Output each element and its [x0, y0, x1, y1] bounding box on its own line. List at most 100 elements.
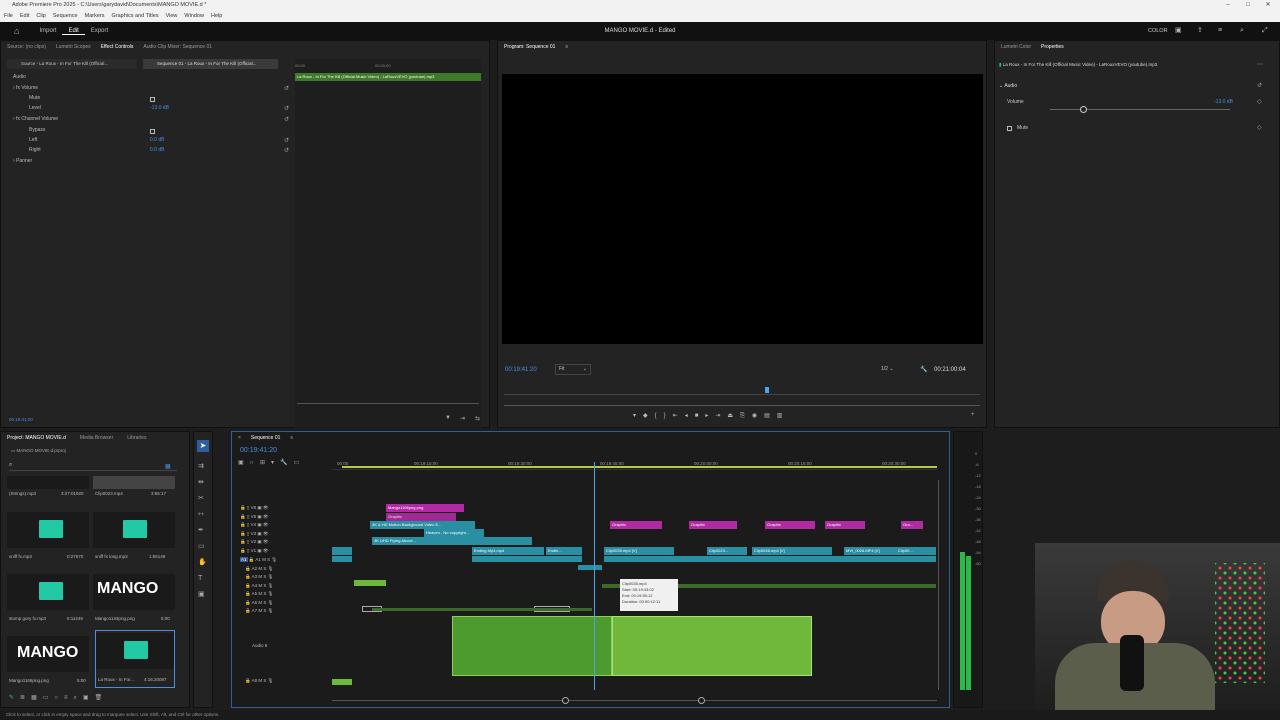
- track-header-v4[interactable]: 🔒 ▯ V4 ▣ 👁: [240, 521, 330, 530]
- track-header-v3[interactable]: 🔒 ▯ V3 ▣ 👁: [240, 530, 330, 539]
- properties-volume-value[interactable]: -13.0 dB: [1214, 99, 1233, 105]
- tab-effect-controls[interactable]: Effect Controls: [101, 44, 134, 50]
- channel-volume-row[interactable]: › fx Channel Volume: [13, 116, 58, 122]
- search-icon[interactable]: ⌕: [1240, 22, 1244, 40]
- linked-icon[interactable]: ⊞: [260, 460, 271, 466]
- audio-clip-a1-start[interactable]: [332, 556, 352, 562]
- mark-out-icon[interactable]: }: [664, 413, 673, 419]
- add-marker-icon[interactable]: ◆: [643, 413, 655, 419]
- tab-import[interactable]: Import: [33, 28, 62, 34]
- rectangle-icon[interactable]: ▭: [198, 539, 207, 555]
- reset-channel-icon[interactable]: ↺: [284, 116, 289, 123]
- audio-clip-a6[interactable]: [372, 608, 592, 611]
- clip-v6[interactable]: Mango1166png.png: [386, 504, 464, 512]
- tab-media-browser[interactable]: Media Browser: [80, 435, 113, 441]
- source-clip-selector[interactable]: Source - La Roux - In For The Kill (Offi…: [7, 59, 137, 69]
- track-header-a2[interactable]: 🔒 A2 M S 🎙: [240, 565, 330, 574]
- clip-v3[interactable]: Heaven - No copyright...: [424, 529, 484, 537]
- menu-view[interactable]: View: [166, 10, 178, 22]
- project-item-selected[interactable]: La Roux - In For... 4:16:20087: [95, 630, 175, 688]
- menu-window[interactable]: Window: [184, 10, 204, 22]
- clip-v5[interactable]: Graphic: [386, 513, 456, 521]
- timeline-vertical-scrollbar[interactable]: [938, 480, 939, 690]
- properties-mute-checkbox[interactable]: [1007, 126, 1012, 131]
- menu-sequence[interactable]: Sequence: [53, 10, 78, 22]
- more-icon[interactable]: ⋯: [1257, 61, 1263, 68]
- lift-icon[interactable]: ⏏: [727, 413, 740, 419]
- pencil-icon[interactable]: ✎: [9, 695, 20, 701]
- menu-icon[interactable]: ≡: [1218, 22, 1222, 40]
- type-icon[interactable]: T: [198, 571, 207, 587]
- pen-icon[interactable]: ✒: [198, 523, 207, 539]
- track-header-a7[interactable]: 🔒 A7 M S 🎙: [240, 607, 330, 616]
- track-select-icon[interactable]: ⇉: [198, 459, 207, 475]
- audio-clip-a1[interactable]: [604, 556, 936, 562]
- audio-clip-a1[interactable]: [472, 556, 582, 562]
- properties-audio-section[interactable]: ⌄ Audio: [999, 83, 1017, 89]
- menu-edit[interactable]: Edit: [20, 10, 29, 22]
- reset-left-icon[interactable]: ↺: [284, 137, 289, 144]
- tab-lumetri-color[interactable]: Lumetri Color: [1001, 44, 1031, 50]
- reset-icon[interactable]: ↺: [284, 85, 289, 92]
- volume-slider-handle[interactable]: [1080, 106, 1087, 113]
- new-item-icon[interactable]: ▣: [83, 695, 95, 701]
- delete-icon[interactable]: 🗑: [95, 695, 109, 701]
- clip-v1[interactable]: Clip0046.mp4 [V]: [752, 547, 832, 555]
- volume-slider-track[interactable]: [1050, 109, 1230, 110]
- menu-clip[interactable]: Clip: [36, 10, 45, 22]
- clip-graphic[interactable]: Graphic: [689, 521, 737, 529]
- freeform-view-icon[interactable]: ▭: [43, 695, 55, 701]
- program-video-frame[interactable]: [502, 74, 983, 344]
- track-header-a8[interactable]: 🔒 A8 M S 🎙: [240, 678, 273, 684]
- mute-checkbox[interactable]: [150, 97, 155, 102]
- captions-icon[interactable]: ▭: [294, 460, 306, 466]
- slip-icon[interactable]: ⇿: [198, 507, 207, 523]
- menu-help[interactable]: Help: [211, 10, 222, 22]
- panner-row[interactable]: › Panner: [13, 158, 32, 164]
- audio-clip-a3[interactable]: [354, 580, 386, 586]
- menu-graphics[interactable]: Graphics and Titles: [112, 10, 159, 22]
- project-search[interactable]: ⌕: [9, 462, 177, 471]
- new-bin-icon[interactable]: ▦: [165, 463, 171, 470]
- audio-clip-music-selected[interactable]: [612, 616, 812, 676]
- left-value[interactable]: 0.0 dB: [150, 137, 164, 143]
- effect-zoom-bar[interactable]: [297, 403, 479, 404]
- right-value[interactable]: 0.0 dB: [150, 147, 164, 153]
- audio-clip-music[interactable]: [452, 616, 612, 676]
- tab-properties[interactable]: Properties: [1041, 44, 1064, 50]
- program-timecode[interactable]: 00:19:41:20: [505, 367, 537, 373]
- tab-edit[interactable]: Edit: [62, 28, 85, 35]
- program-playhead[interactable]: [765, 387, 769, 393]
- program-scrubber[interactable]: [504, 385, 980, 395]
- find-icon[interactable]: ⌕: [74, 695, 83, 701]
- mark-in-icon[interactable]: {: [655, 413, 664, 419]
- clip-v1[interactable]: Endin...: [546, 547, 582, 555]
- resolution-dropdown[interactable]: 1/2 ⌄: [881, 364, 913, 375]
- clip-v1[interactable]: Clip0035.mp4 [V]: [604, 547, 674, 555]
- audio-clip-a2[interactable]: [578, 565, 602, 570]
- hand-icon[interactable]: ✋: [198, 555, 207, 571]
- tab-libraries[interactable]: Libraries: [127, 435, 146, 441]
- caption-icon[interactable]: ▣: [198, 587, 207, 603]
- reset-properties-icon[interactable]: ↺: [1257, 82, 1262, 89]
- mini-timeline-clip[interactable]: La Roux - In For The Kill (Official Musi…: [295, 73, 481, 81]
- track-header-v5[interactable]: 🔒 ▯ V5 ▣ 👁: [240, 513, 330, 522]
- compare-icon[interactable]: ▤: [764, 413, 777, 419]
- track-header-a1[interactable]: A1 🔒 A1 M S 🎙: [240, 556, 330, 565]
- bypass-checkbox[interactable]: [150, 129, 155, 134]
- timeline-horizontal-scrollbar[interactable]: [332, 700, 937, 701]
- reset-right-icon[interactable]: ↺: [284, 147, 289, 154]
- track-header-a5[interactable]: 🔒 A5 M S 🎙: [240, 590, 330, 599]
- track-header-v6[interactable]: 🔒 ▯ V6 ▣ 👁: [240, 504, 330, 513]
- export-icon[interactable]: ⇥: [460, 415, 465, 422]
- project-item[interactable]: sniff fx.mp3 0:27670: [7, 512, 89, 564]
- filter-icon[interactable]: ▼: [445, 415, 451, 421]
- panel-icon[interactable]: ▣: [1175, 22, 1182, 40]
- share-icon[interactable]: ⇪: [1197, 22, 1203, 40]
- step-back-icon[interactable]: ◂: [685, 413, 695, 419]
- program-zoom-bar[interactable]: [504, 405, 980, 406]
- marker-icon[interactable]: ▾: [633, 413, 643, 419]
- timeline-ruler[interactable]: 00:00 00:19:15:00 00:19:30:00 00:19:45:0…: [332, 452, 937, 470]
- clip-graphic[interactable]: Gra...: [901, 521, 923, 529]
- clip-v4[interactable]: 4K & HD Motion Background Video E...: [370, 521, 475, 529]
